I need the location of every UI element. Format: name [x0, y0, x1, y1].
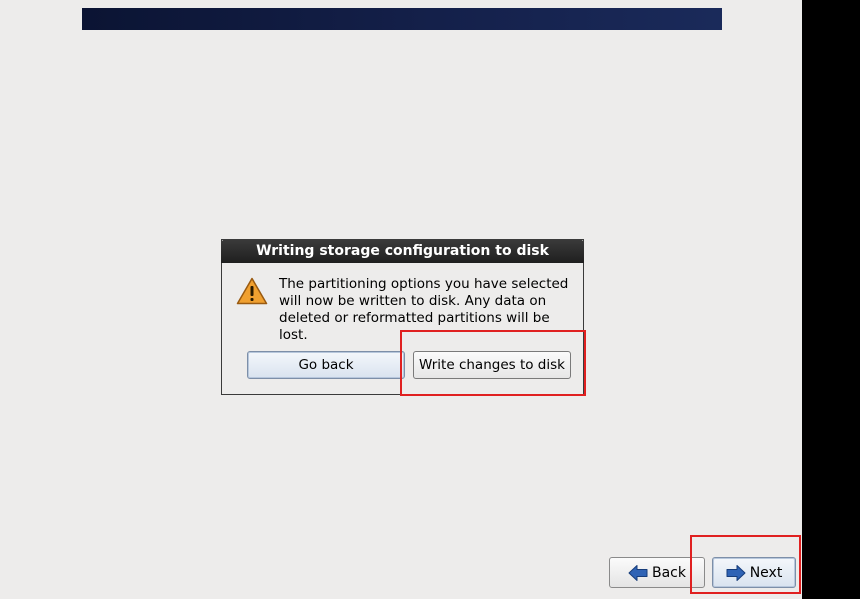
- header-banner: [82, 8, 722, 30]
- warning-icon: [236, 277, 268, 305]
- arrow-left-icon: [628, 564, 648, 582]
- dialog-title: Writing storage configuration to disk: [221, 239, 584, 263]
- highlight-box-next: [690, 535, 801, 594]
- installer-screen: Writing storage configuration to disk Th…: [0, 0, 802, 599]
- back-label: Back: [652, 564, 686, 581]
- go-back-button[interactable]: Go back: [247, 351, 405, 379]
- highlight-box-write: [400, 330, 586, 396]
